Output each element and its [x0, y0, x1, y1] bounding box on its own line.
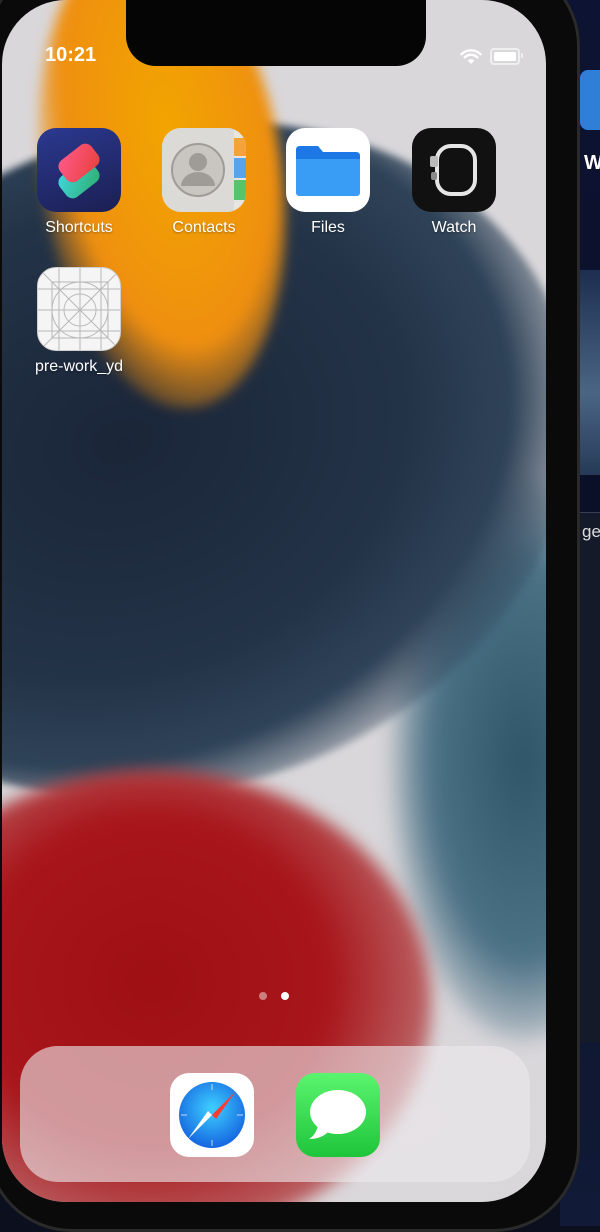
app-files[interactable]: Files — [278, 128, 378, 237]
safari-icon — [170, 1073, 254, 1157]
page-dot-2-active[interactable] — [281, 992, 289, 1000]
app-label: Contacts — [172, 219, 236, 236]
messages-icon — [296, 1073, 380, 1157]
page-dot-1[interactable] — [259, 992, 267, 1000]
watch-icon — [412, 128, 496, 212]
dock-app-safari[interactable] — [162, 1073, 262, 1157]
battery-icon — [490, 48, 523, 65]
files-icon — [286, 128, 370, 212]
status-icons — [460, 48, 523, 65]
dock-app-messages[interactable] — [288, 1073, 388, 1157]
background-window-panel — [578, 512, 600, 1043]
app-pre-work-yd[interactable]: pre-work_yd — [29, 267, 129, 376]
home-screen: 10:21 Shortcuts Contacts Files Watch pre… — [2, 0, 546, 1202]
background-window-letter: W — [584, 152, 600, 174]
wifi-icon — [460, 48, 482, 64]
app-label: Files — [311, 219, 345, 236]
app-label: pre-work_yd — [34, 358, 124, 375]
background-window-icon — [580, 70, 600, 130]
background-window-text: ge( — [582, 522, 600, 541]
page-indicator[interactable] — [2, 992, 546, 1000]
app-watch[interactable]: Watch — [404, 128, 504, 237]
background-window-image — [580, 270, 600, 475]
app-placeholder-icon — [37, 267, 121, 351]
app-label: Watch — [431, 219, 477, 236]
status-time: 10:21 — [45, 44, 97, 66]
app-label: Shortcuts — [45, 219, 113, 236]
app-shortcuts[interactable]: Shortcuts — [29, 128, 129, 237]
app-contacts[interactable]: Contacts — [154, 128, 254, 237]
notch — [126, 0, 426, 66]
shortcuts-icon — [37, 128, 121, 212]
contacts-icon — [162, 128, 246, 212]
iphone-frame: 10:21 Shortcuts Contacts Files Watch pre… — [0, 0, 580, 1232]
dock — [20, 1046, 530, 1182]
